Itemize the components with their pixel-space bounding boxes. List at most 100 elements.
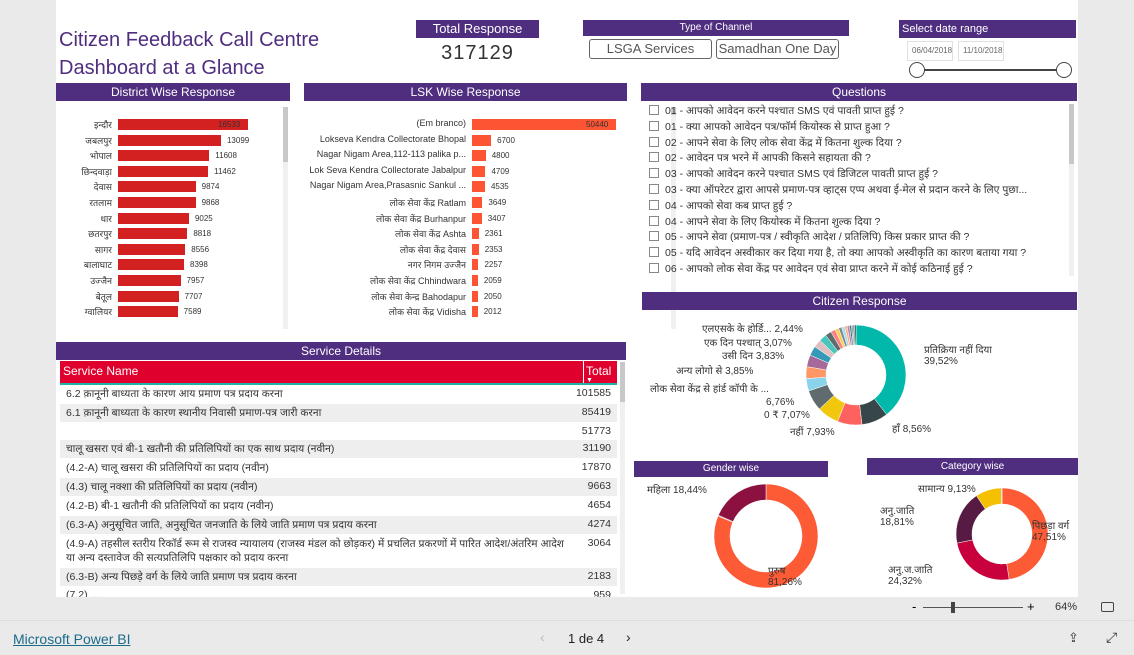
slice-percent: 18,81%	[880, 517, 914, 528]
slice-name: एक दिन पश्चात्	[704, 338, 761, 349]
share-icon[interactable]: ⇪	[1068, 630, 1079, 646]
slice-name: अनु.जाति	[880, 506, 915, 517]
slice-percent: 39,52%	[924, 356, 958, 367]
table-row[interactable]: चालू खसरा एवं बी-1 खतौनी की प्रतिलिपियों…	[60, 439, 617, 459]
slice-percent: 81,26%	[768, 577, 802, 588]
donut-label: पिछड़ा वर्ग 47,51%	[1032, 518, 1069, 543]
slice-name: नहीं	[790, 427, 804, 438]
donut-slice[interactable]	[718, 483, 767, 522]
donut-label: अन्य लोगो से 3,85%	[676, 363, 753, 377]
slice-name: 0 ₹	[764, 410, 779, 421]
slice-percent: 24,32%	[888, 576, 922, 587]
slice-name: लोक सेवा केंद्र से हांर्ड कॉपी के ...	[650, 384, 769, 395]
table-row[interactable]: (4.3) चालू नक्शा की प्रतिलिपियों का प्रद…	[60, 477, 617, 497]
table-row[interactable]: (4.2-A) चालू खसरा की प्रतिलिपियों का प्र…	[60, 458, 617, 478]
donut-label: एलएसके के होर्डि... 2,44%	[702, 321, 803, 335]
sort-desc-icon: ▼	[586, 377, 593, 384]
service-total: 3064	[569, 534, 617, 568]
table-row[interactable]: 51773	[60, 422, 617, 440]
donut-label: अनु.जाति 18,81%	[880, 503, 914, 528]
donut-label: नहीं 7,93%	[790, 424, 835, 438]
fullscreen-icon[interactable]: ⤢	[1106, 629, 1117, 646]
category-header: Category wise	[867, 458, 1078, 475]
service-table-header: Service Name Total ▼	[60, 361, 617, 385]
donut-label: 0 ₹ 7,07%	[764, 410, 810, 421]
service-name: चालू खसरा एवं बी-1 खतौनी की प्रतिलिपियों…	[60, 439, 570, 459]
table-row[interactable]: (7.2) ... 959	[60, 586, 617, 597]
service-header: Service Details	[56, 342, 626, 360]
zoom-level: 64%	[1055, 601, 1078, 613]
zoom-slider-handle[interactable]	[951, 602, 955, 613]
donut-label: महिला 18,44%	[647, 482, 707, 496]
table-row[interactable]: (6.3-A) अनुसूचित जाति, अनुसूचित जनजाति क…	[60, 515, 617, 535]
service-total: 101585	[569, 385, 617, 404]
service-name: (4.3) चालू नक्शा की प्रतिलिपियों का प्रद…	[60, 477, 570, 497]
slice-name: पिछड़ा वर्ग	[1032, 521, 1070, 532]
slice-percent: 9,13%	[947, 484, 976, 495]
zoom-bar: - + 64%	[0, 597, 1134, 620]
donut-label: एक दिन पश्चात् 3,07%	[704, 335, 792, 349]
gender-header: Gender wise	[634, 461, 828, 477]
power-bi-link[interactable]: Microsoft Power BI	[13, 631, 130, 647]
slice-percent: 3,85%	[725, 366, 754, 377]
next-page-icon[interactable]: ›	[626, 629, 631, 645]
slice-name: प्रतिक्रिया नहीं दिया	[924, 345, 992, 356]
service-name: 6.1 क़ानूनी बाध्यता के कारण स्थानीय निवा…	[60, 403, 570, 423]
slice-percent: 8,56%	[902, 424, 932, 435]
slice-name: एलएसके के होर्डि...	[702, 324, 772, 335]
zoom-slider[interactable]	[923, 607, 1023, 608]
fit-to-page-icon[interactable]	[1101, 602, 1114, 612]
service-name	[60, 422, 570, 440]
service-scrollbar[interactable]	[620, 362, 625, 594]
service-name: (6.3-A) अनुसूचित जाति, अनुसूचित जनजाति क…	[60, 515, 570, 535]
service-total: 959	[569, 586, 617, 597]
service-name: (6.3-B) अन्य पिछड़े वर्ग के लिये जाति प्…	[60, 567, 570, 587]
donut-label: उसी दिन 3,83%	[722, 348, 784, 362]
donut-slice[interactable]	[855, 324, 907, 415]
service-total: 51773	[569, 422, 617, 440]
donut-slice[interactable]	[1001, 487, 1003, 505]
slice-name: पुरुष	[768, 566, 786, 577]
donut-label: लोक सेवा केंद्र से हांर्ड कॉपी के ...	[650, 381, 769, 395]
service-name: (4.9-A) तहसील स्तरीय रिकॉर्ड रूम से राजस…	[60, 534, 570, 568]
slice-name: हाँ	[892, 424, 900, 435]
service-name: (7.2) ...	[60, 586, 570, 597]
slice-name: उसी दिन	[722, 351, 754, 362]
table-row[interactable]: 6.1 क़ानूनी बाध्यता के कारण स्थानीय निवा…	[60, 403, 617, 423]
service-total: 17870	[569, 458, 617, 478]
slice-percent: 3,07%	[763, 338, 792, 349]
table-row[interactable]: (4.2-B) बी-1 खतौनी की प्रतिलिपियों का प्…	[60, 496, 617, 516]
donut-label: 6,76%	[766, 397, 794, 408]
table-row[interactable]: (6.3-B) अन्य पिछड़े वर्ग के लिये जाति प्…	[60, 567, 617, 587]
total-column[interactable]: Total ▼	[583, 361, 617, 384]
slice-percent: 47,51%	[1032, 532, 1066, 543]
slice-percent: 3,83%	[755, 351, 785, 362]
service-total: 9663	[569, 477, 617, 497]
donut-label: पुरुष 81,26%	[768, 563, 802, 588]
slice-percent: 7,93%	[806, 427, 835, 438]
service-total: 85419	[569, 403, 617, 423]
prev-page-icon[interactable]: ‹	[540, 629, 545, 645]
table-row[interactable]: (4.9-A) तहसील स्तरीय रिकॉर्ड रूम से राजस…	[60, 534, 617, 568]
slice-percent: 6,76%	[766, 397, 795, 408]
service-name: (4.2-A) चालू खसरा की प्रतिलिपियों का प्र…	[60, 458, 570, 478]
slice-name: अनु.ज.जाति	[888, 565, 933, 576]
service-total: 2183	[569, 567, 617, 587]
zoom-out-button[interactable]: -	[912, 599, 916, 614]
slice-percent: 2,44%	[774, 324, 803, 335]
slice-name: महिला	[647, 485, 671, 496]
service-total: 4274	[569, 515, 617, 535]
service-total: 31190	[569, 439, 617, 459]
page-indicator: 1 de 4	[568, 631, 605, 646]
report-canvas: Citizen Feedback Call Centre Dashboard at…	[56, 0, 1078, 597]
slice-percent: 18,44%	[673, 485, 707, 496]
service-total: 4654	[569, 496, 617, 516]
donut-slice[interactable]	[956, 539, 1010, 581]
footer: Microsoft Power BI ‹ 1 de 4 › ⇪ ⤢	[0, 620, 1134, 655]
service-rows: 6.2 क़ानूनी बाध्यता के कारण आय प्रमाण पत…	[60, 385, 617, 597]
donut-label: हाँ 8,56%	[892, 421, 931, 435]
zoom-in-button[interactable]: +	[1027, 599, 1035, 614]
donut-label: अनु.ज.जाति 24,32%	[888, 562, 932, 587]
service-name-column[interactable]: Service Name	[60, 361, 583, 383]
table-row[interactable]: 6.2 क़ानूनी बाध्यता के कारण आय प्रमाण पत…	[60, 385, 617, 404]
